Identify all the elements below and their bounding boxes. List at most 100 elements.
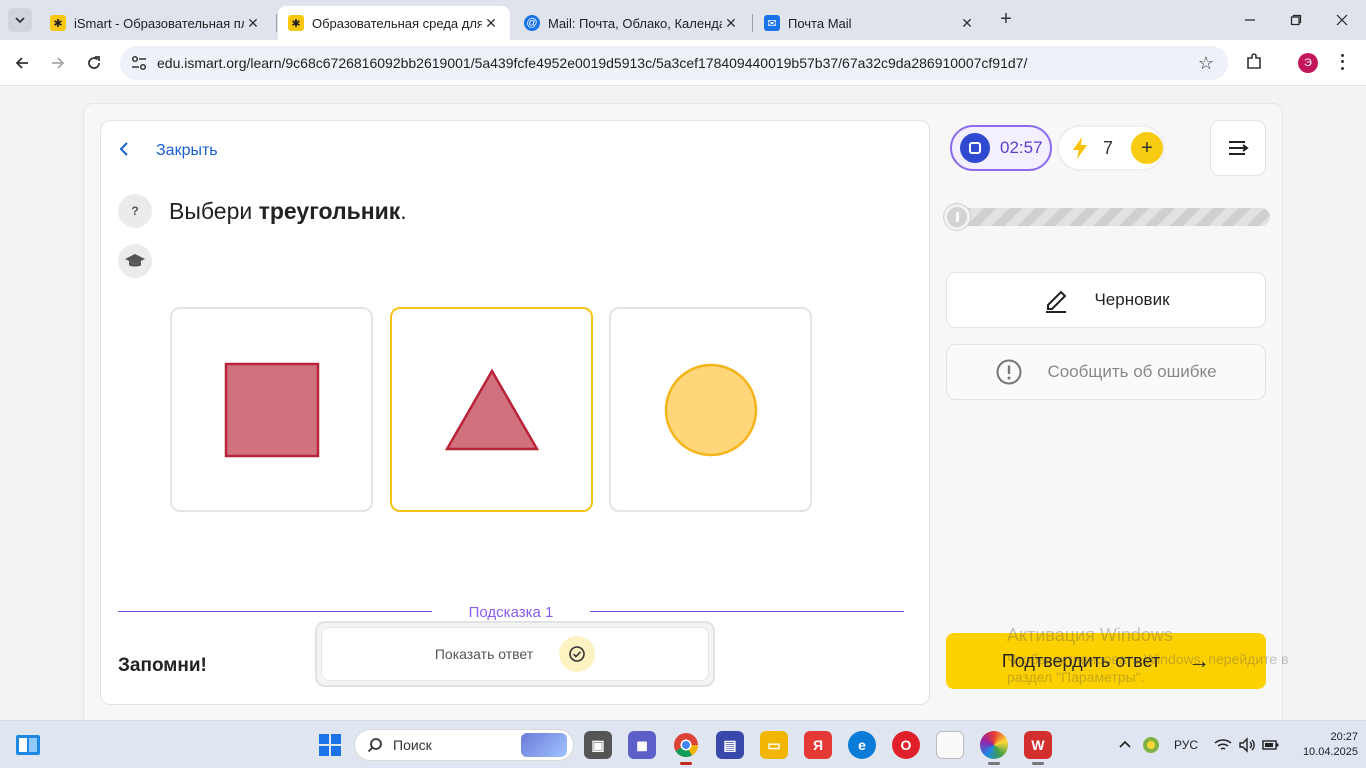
pencil-icon — [1042, 286, 1070, 314]
yandex-browser-icon[interactable]: Я — [804, 731, 832, 759]
bookmark-star-icon[interactable]: ☆ — [1198, 53, 1214, 74]
task-list-menu-button[interactable] — [1210, 120, 1266, 176]
clock-date: 10.04.2025 — [1302, 746, 1358, 758]
question-mark-icon: ? — [131, 204, 139, 218]
check-circle-icon — [559, 636, 596, 672]
show-answer-frame: Показать ответ — [315, 621, 715, 687]
battery-icon[interactable] — [1262, 721, 1280, 768]
tab-mail-cloud[interactable]: @ Mail: Почта, Облако, Календар ✕ — [514, 6, 750, 40]
minimize-icon[interactable] — [1238, 8, 1262, 32]
stop-timer-icon[interactable] — [960, 133, 990, 163]
report-error-button[interactable]: Сообщить об ошибке — [946, 344, 1266, 400]
close-task-link[interactable]: Закрыть — [118, 140, 218, 162]
mail-at-favicon-icon: @ — [524, 15, 540, 31]
close-tab-icon[interactable]: ✕ — [722, 15, 740, 32]
clock-time: 20:27 — [1330, 731, 1358, 743]
windows-activation-watermark: Активация Windows Чтобы активировать Win… — [1007, 625, 1289, 685]
wifi-icon[interactable] — [1214, 721, 1232, 768]
task-view-icon[interactable]: ▣ — [584, 731, 612, 759]
opera-icon[interactable]: O — [892, 731, 920, 759]
report-label: Сообщить об ошибке — [1047, 362, 1217, 381]
meet-video-icon[interactable]: ◼ — [628, 731, 656, 759]
show-answer-label: Показать ответ — [434, 646, 534, 662]
close-label: Закрыть — [156, 142, 218, 159]
tab-search-dropdown[interactable] — [8, 8, 32, 32]
help-question-button[interactable]: ? — [118, 194, 152, 228]
browser-menu-icon[interactable] — [1338, 52, 1346, 72]
tab-edu-environment[interactable]: ✱ Образовательная среда для са ✕ — [278, 6, 510, 40]
tab-pochta-mail[interactable]: ✉ Почта Mail ✕ — [754, 6, 986, 40]
search-highlight-image — [521, 733, 567, 757]
close-tab-icon[interactable]: ✕ — [244, 15, 262, 32]
close-window-icon[interactable] — [1330, 8, 1354, 32]
timer-value: 02:57 — [1000, 138, 1043, 157]
chrome-icon[interactable] — [672, 731, 700, 765]
timer-pill[interactable]: 02:57 — [950, 125, 1052, 171]
tray-overflow-chevron-icon[interactable] — [1118, 721, 1132, 768]
draft-button[interactable]: Черновик — [946, 272, 1266, 328]
progress-knob — [944, 204, 970, 230]
hint-divider-left — [118, 611, 432, 612]
tab-ismart[interactable]: ✱ iSmart - Образовательная пла ✕ — [40, 6, 272, 40]
show-answer-button[interactable]: Показать ответ — [321, 627, 709, 681]
windows-taskbar: Поиск ▣ ◼ ▤ ▭ Я e O W РУС 20:27 10.04.20… — [0, 720, 1366, 768]
list-arrow-icon — [1229, 141, 1249, 155]
theory-button[interactable] — [118, 244, 152, 278]
ismart-favicon-icon: ✱ — [50, 15, 66, 31]
close-tab-icon[interactable]: ✕ — [482, 15, 500, 32]
lightning-icon — [1073, 137, 1087, 159]
search-icon — [367, 738, 382, 753]
profile-avatar[interactable]: Э — [1298, 53, 1318, 73]
tab-divider — [276, 14, 277, 32]
chevron-left-icon — [118, 141, 134, 162]
edge-icon[interactable]: e — [848, 731, 876, 759]
close-tab-icon[interactable]: ✕ — [958, 15, 976, 32]
new-tab-plus-icon[interactable]: + — [996, 9, 1016, 30]
address-bar[interactable]: edu.ismart.org/learn/9c68c6726816092bb26… — [120, 46, 1228, 80]
taskbar-clock[interactable]: 20:27 10.04.2025 — [1292, 730, 1358, 760]
energy-pill: 7 + — [1057, 125, 1165, 171]
widgets-icon[interactable] — [14, 731, 42, 759]
tab-divider — [752, 14, 753, 32]
mail-envelope-favicon-icon: ✉ — [764, 15, 780, 31]
square-shape-icon — [224, 362, 319, 457]
graduation-cap-icon — [125, 254, 145, 267]
taskbar-search[interactable]: Поиск — [354, 729, 574, 761]
wps-office-icon[interactable]: W — [1024, 731, 1052, 765]
forward-arrow-icon[interactable] — [46, 51, 70, 75]
browser-toolbar: edu.ismart.org/learn/9c68c6726816092bb26… — [0, 40, 1366, 86]
volume-icon[interactable] — [1238, 721, 1256, 768]
answer-option-square[interactable] — [170, 307, 373, 512]
hint-divider-right — [590, 611, 904, 612]
triangle-shape-icon — [444, 367, 539, 450]
circle-shape-icon — [664, 363, 757, 456]
url-text: edu.ismart.org/learn/9c68c6726816092bb26… — [157, 55, 1028, 71]
remember-heading: Запомни! — [118, 655, 207, 676]
question-keyword: треугольник — [258, 198, 401, 224]
security-shield-icon[interactable] — [1142, 721, 1160, 768]
extensions-puzzle-icon[interactable] — [1244, 52, 1264, 72]
colorful-app-icon[interactable] — [980, 731, 1008, 765]
search-label: Поиск — [393, 737, 432, 753]
file-explorer-icon[interactable]: ▭ — [760, 731, 788, 759]
add-energy-button[interactable]: + — [1131, 132, 1163, 164]
windows-start-icon[interactable] — [316, 731, 344, 759]
document-icon[interactable] — [936, 731, 964, 759]
save-disk-icon[interactable]: ▤ — [716, 731, 744, 759]
chevron-down-icon — [15, 17, 25, 24]
reload-icon[interactable] — [82, 51, 106, 75]
answer-option-triangle[interactable] — [390, 307, 593, 512]
task-progress-bar — [944, 204, 1270, 230]
energy-count: 7 — [1103, 137, 1114, 158]
site-settings-icon[interactable] — [130, 54, 148, 72]
browser-tabstrip: ✱ iSmart - Образовательная пла ✕ ✱ Образ… — [0, 0, 1366, 40]
draft-label: Черновик — [1094, 290, 1170, 309]
answer-option-circle[interactable] — [609, 307, 812, 512]
back-arrow-icon[interactable] — [10, 51, 34, 75]
language-indicator[interactable]: РУС — [1174, 721, 1198, 768]
restore-icon[interactable] — [1284, 8, 1308, 32]
task-question: Выбери треугольник. — [169, 198, 407, 224]
ismart-favicon-icon: ✱ — [288, 15, 304, 31]
hint-label[interactable]: Подсказка 1 — [432, 604, 590, 621]
exclamation-circle-icon — [995, 358, 1023, 386]
